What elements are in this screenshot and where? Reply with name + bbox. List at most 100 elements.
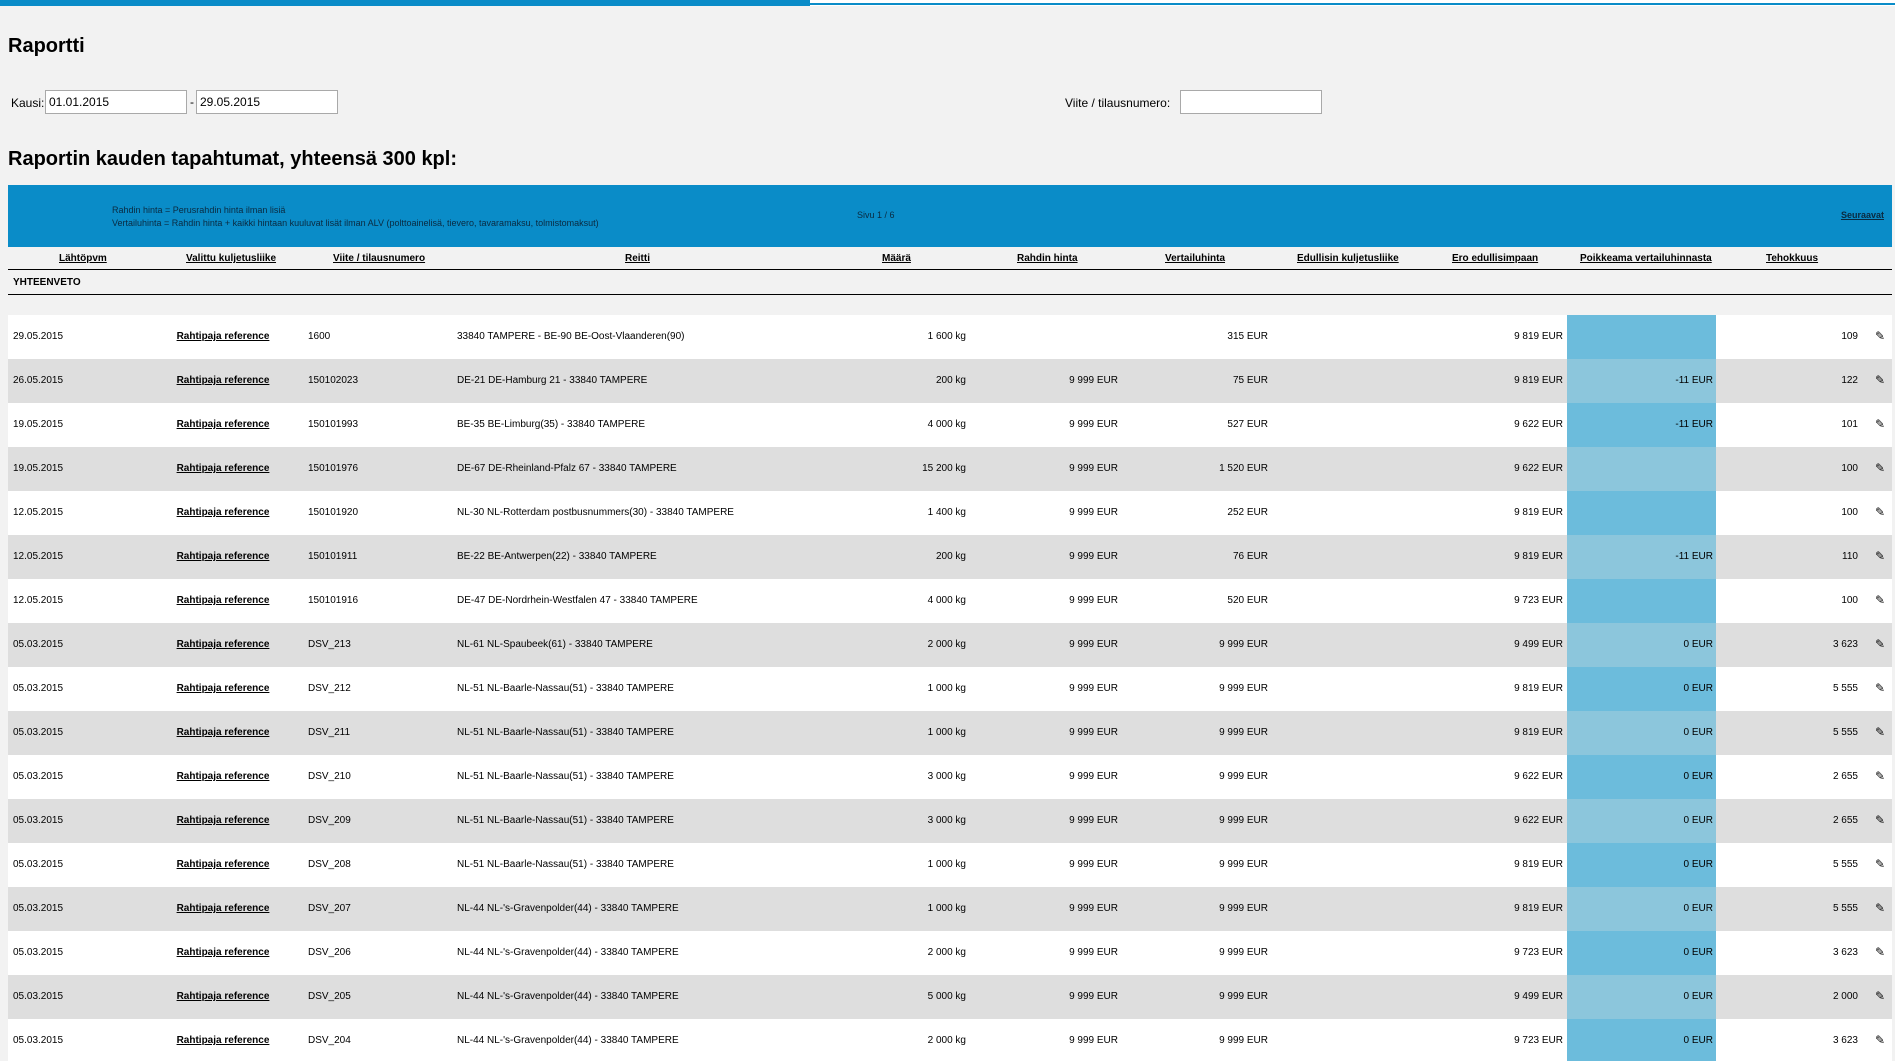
page-indicator: Sivu 1 / 6 [857, 210, 895, 220]
row-carrier-link[interactable]: Rahtipaja reference [158, 771, 288, 782]
next-page-link[interactable]: Seuraavat [1841, 210, 1884, 220]
table-row: 19.05.2015 Rahtipaja reference 150101976 DE… [8, 447, 1892, 491]
row-date: 12.05.2015 [13, 551, 64, 562]
row-carrier-link[interactable]: Rahtipaja reference [158, 463, 288, 474]
row-efficiency: 100 [1841, 463, 1858, 474]
price-legend: Rahdin hinta = Perusrahdin hinta ilman l… [112, 204, 599, 230]
row-carrier-link[interactable]: Rahtipaja reference [158, 903, 288, 914]
row-deviation-cell: 0 EUR [1567, 799, 1716, 843]
reference-input[interactable] [1180, 90, 1322, 114]
date-to-input[interactable] [196, 90, 338, 114]
col-header-reference[interactable]: Viite / tilausnumero [333, 253, 425, 264]
col-header-efficiency[interactable]: Tehokkuus [1766, 253, 1818, 264]
pencil-icon[interactable]: ✎ [1875, 593, 1885, 607]
row-route: NL-30 NL-Rotterdam postbusnummers(30) - … [457, 507, 734, 518]
pencil-icon[interactable]: ✎ [1875, 329, 1885, 343]
col-header-carrier[interactable]: Valittu kuljetusliike [186, 253, 276, 264]
pencil-icon[interactable]: ✎ [1875, 461, 1885, 475]
pencil-icon[interactable]: ✎ [1875, 1033, 1885, 1047]
row-carrier-link[interactable]: Rahtipaja reference [158, 815, 288, 826]
row-amount: 200 kg [935, 551, 966, 562]
col-header-cheapest-carrier[interactable]: Edullisin kuljetusliike [1297, 253, 1399, 264]
col-header-deviation[interactable]: Poikkeama vertailuhinnasta [1580, 253, 1712, 264]
col-header-route[interactable]: Reitti [625, 253, 650, 264]
pencil-icon[interactable]: ✎ [1875, 373, 1885, 387]
table-row: 12.05.2015 Rahtipaja reference 150101911 BE… [8, 535, 1892, 579]
pencil-icon[interactable]: ✎ [1875, 989, 1885, 1003]
row-deviation-cell [1567, 315, 1716, 359]
row-carrier-link[interactable]: Rahtipaja reference [158, 507, 288, 518]
row-compare-price: 520 EUR [1227, 595, 1268, 606]
row-carrier-link[interactable]: Rahtipaja reference [158, 551, 288, 562]
row-diff-cheapest: 9 499 EUR [1514, 991, 1563, 1002]
pencil-icon[interactable]: ✎ [1875, 901, 1885, 915]
pencil-icon[interactable]: ✎ [1875, 681, 1885, 695]
row-route: NL-51 NL-Baarle-Nassau(51) - 33840 TAMPE… [457, 683, 674, 694]
row-deviation: -11 EUR [1675, 375, 1713, 386]
row-compare-price: 9 999 EUR [1219, 1035, 1268, 1046]
row-freight-price: 9 999 EUR [1069, 815, 1118, 826]
row-diff-cheapest: 9 819 EUR [1514, 331, 1563, 342]
row-deviation-cell: 0 EUR [1567, 755, 1716, 799]
row-reference: DSV_212 [308, 683, 351, 694]
pencil-icon[interactable]: ✎ [1875, 725, 1885, 739]
row-carrier-link[interactable]: Rahtipaja reference [158, 595, 288, 606]
pencil-icon[interactable]: ✎ [1875, 857, 1885, 871]
col-header-compare-price[interactable]: Vertailuhinta [1165, 253, 1225, 264]
row-route: BE-22 BE-Antwerpen(22) - 33840 TAMPERE [457, 551, 657, 562]
row-compare-price: 9 999 EUR [1219, 903, 1268, 914]
row-route: NL-44 NL-'s-Gravenpolder(44) - 33840 TAM… [457, 991, 679, 1002]
row-carrier-link[interactable]: Rahtipaja reference [158, 683, 288, 694]
row-reference: 150101976 [308, 463, 359, 474]
row-diff-cheapest: 9 622 EUR [1514, 771, 1563, 782]
row-carrier-link[interactable]: Rahtipaja reference [158, 375, 288, 386]
row-carrier-link[interactable]: Rahtipaja reference [158, 1035, 288, 1046]
row-diff-cheapest: 9 819 EUR [1514, 683, 1563, 694]
row-freight-price: 9 999 EUR [1069, 859, 1118, 870]
row-amount: 1 000 kg [927, 903, 966, 914]
row-freight-price: 9 999 EUR [1069, 947, 1118, 958]
row-date: 05.03.2015 [13, 815, 64, 826]
date-separator: - [190, 95, 194, 109]
row-route: DE-47 DE-Nordrhein-Westfalen 47 - 33840 … [457, 595, 698, 606]
col-header-freight-price[interactable]: Rahdin hinta [1017, 253, 1078, 264]
row-carrier-link[interactable]: Rahtipaja reference [158, 419, 288, 430]
row-carrier-link[interactable]: Rahtipaja reference [158, 331, 288, 342]
pencil-icon[interactable]: ✎ [1875, 637, 1885, 651]
row-amount: 2 000 kg [927, 947, 966, 958]
col-header-diff-cheapest[interactable]: Ero edullisimpaan [1452, 253, 1538, 264]
row-deviation-cell: -11 EUR [1567, 535, 1716, 579]
pencil-icon[interactable]: ✎ [1875, 945, 1885, 959]
row-date: 05.03.2015 [13, 1035, 64, 1046]
date-from-input[interactable] [45, 90, 187, 114]
row-carrier-link[interactable]: Rahtipaja reference [158, 859, 288, 870]
row-date: 05.03.2015 [13, 771, 64, 782]
row-deviation-cell: 0 EUR [1567, 931, 1716, 975]
row-compare-price: 1 520 EUR [1219, 463, 1268, 474]
row-efficiency: 100 [1841, 507, 1858, 518]
row-diff-cheapest: 9 622 EUR [1514, 463, 1563, 474]
col-header-date[interactable]: Lähtöpvm [59, 253, 107, 264]
row-reference: DSV_211 [308, 727, 351, 738]
row-diff-cheapest: 9 622 EUR [1514, 815, 1563, 826]
row-diff-cheapest: 9 723 EUR [1514, 595, 1563, 606]
row-amount: 1 400 kg [927, 507, 966, 518]
row-carrier-link[interactable]: Rahtipaja reference [158, 727, 288, 738]
row-date: 29.05.2015 [13, 331, 64, 342]
pencil-icon[interactable]: ✎ [1875, 549, 1885, 563]
pencil-icon[interactable]: ✎ [1875, 769, 1885, 783]
row-compare-price: 76 EUR [1232, 551, 1268, 562]
row-carrier-link[interactable]: Rahtipaja reference [158, 991, 288, 1002]
pencil-icon[interactable]: ✎ [1875, 505, 1885, 519]
col-header-amount[interactable]: Määrä [882, 253, 911, 264]
row-compare-price: 9 999 EUR [1219, 991, 1268, 1002]
pencil-icon[interactable]: ✎ [1875, 813, 1885, 827]
table-row: 05.03.2015 Rahtipaja reference DSV_211 NL-5… [8, 711, 1892, 755]
row-amount: 3 000 kg [927, 771, 966, 782]
row-carrier-link[interactable]: Rahtipaja reference [158, 947, 288, 958]
pencil-icon[interactable]: ✎ [1875, 417, 1885, 431]
row-route: DE-67 DE-Rheinland-Pfalz 67 - 33840 TAMP… [457, 463, 677, 474]
top-progress-fill [0, 0, 810, 6]
row-carrier-link[interactable]: Rahtipaja reference [158, 639, 288, 650]
row-date: 19.05.2015 [13, 463, 64, 474]
